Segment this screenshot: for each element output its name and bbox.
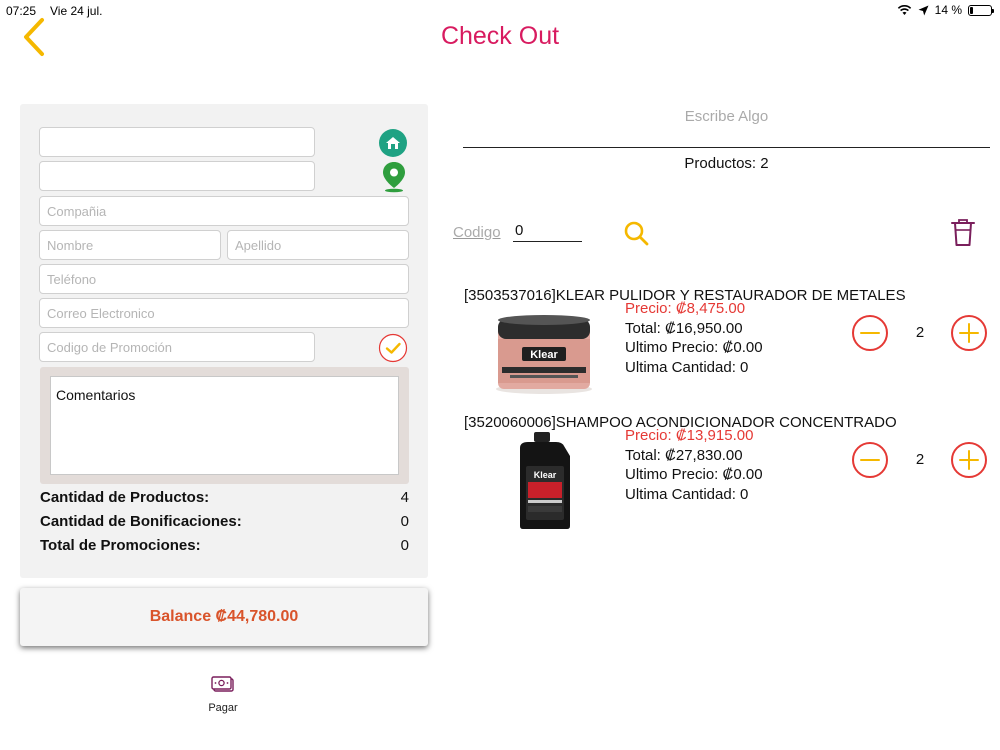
first-name-field[interactable]: Nombre bbox=[39, 230, 221, 260]
search-icon bbox=[624, 221, 649, 246]
product-image: Klear bbox=[488, 432, 600, 529]
summary-promotions-row: Total de Promociones: 0 bbox=[40, 537, 409, 554]
increase-qty-button[interactable] bbox=[950, 314, 988, 352]
promo-code-field[interactable]: Codigo de Promoción bbox=[39, 332, 315, 362]
plus-circle-icon bbox=[951, 442, 987, 478]
product-image: Klear bbox=[488, 309, 600, 397]
search-input[interactable] bbox=[463, 100, 990, 132]
minus-circle-icon bbox=[852, 315, 888, 351]
plus-circle-icon bbox=[951, 315, 987, 351]
cash-icon bbox=[211, 676, 234, 692]
page-title: Check Out bbox=[440, 22, 560, 50]
product-total: Total: ₡27,830.00 bbox=[625, 446, 743, 464]
trash-icon bbox=[951, 219, 975, 246]
check-circle-icon bbox=[378, 333, 408, 363]
product-price: Precio: ₡13,915.00 bbox=[625, 427, 754, 444]
phone-field[interactable]: Teléfono bbox=[39, 264, 409, 294]
product-last-qty: Ultima Cantidad: 0 bbox=[625, 485, 749, 503]
address-field-2[interactable] bbox=[39, 161, 315, 191]
location-button[interactable] bbox=[380, 161, 408, 193]
summary-label: Cantidad de Productos: bbox=[40, 489, 210, 506]
product-details: Precio: ₡8,475.00 Total: ₡16,950.00 Ulti… bbox=[625, 299, 763, 377]
shampoo-jug-image: Klear bbox=[520, 432, 570, 529]
balance-button[interactable]: Balance ₡44,780.00 bbox=[20, 588, 428, 646]
codigo-input[interactable]: 0 bbox=[513, 222, 582, 242]
summary-products-row: Cantidad de Productos: 4 bbox=[40, 489, 409, 506]
location-arrow-icon bbox=[918, 5, 929, 15]
quantity-value: 2 bbox=[915, 451, 925, 468]
address-field-1[interactable] bbox=[39, 127, 315, 157]
codigo-label: Codigo bbox=[453, 224, 501, 241]
summary-label: Total de Promociones: bbox=[40, 537, 201, 554]
quantity-value: 2 bbox=[915, 324, 925, 341]
comments-field[interactable]: Comentarios bbox=[50, 376, 399, 475]
status-date: Vie 24 jul. bbox=[50, 4, 103, 18]
decrease-qty-button[interactable] bbox=[851, 441, 889, 479]
clear-cart-button[interactable] bbox=[949, 217, 977, 247]
jar-brand-text: Klear bbox=[530, 349, 558, 361]
battery-percent: 14 % bbox=[934, 3, 962, 17]
apply-promo-button[interactable] bbox=[378, 333, 408, 363]
last-name-field[interactable]: Apellido bbox=[227, 230, 409, 260]
status-bar: 07:25 Vie 24 jul. 14 % bbox=[0, 0, 1000, 20]
minus-circle-icon bbox=[852, 442, 888, 478]
pay-button[interactable]: Pagar bbox=[196, 674, 250, 714]
product-total: Total: ₡16,950.00 bbox=[625, 319, 743, 337]
increase-qty-button[interactable] bbox=[950, 441, 988, 479]
map-pin-icon bbox=[383, 162, 405, 193]
summary-label: Cantidad de Bonificaciones: bbox=[40, 513, 242, 530]
search-button[interactable] bbox=[622, 219, 652, 249]
home-button[interactable] bbox=[378, 128, 408, 158]
product-last-price: Ultimo Precio: ₡0.00 bbox=[625, 339, 763, 356]
company-field[interactable]: Compañia bbox=[39, 196, 409, 226]
wifi-icon bbox=[897, 5, 911, 15]
customer-form-panel: Compañia Nombre Apellido Teléfono Correo… bbox=[20, 104, 428, 578]
battery-icon bbox=[968, 4, 994, 16]
house-icon bbox=[379, 129, 407, 157]
summary-value: 0 bbox=[400, 513, 409, 530]
product-last-price: Ultimo Precio: ₡0.00 bbox=[625, 466, 763, 483]
search-bar bbox=[463, 100, 990, 148]
product-price: Precio: ₡8,475.00 bbox=[625, 300, 746, 317]
decrease-qty-button[interactable] bbox=[851, 314, 889, 352]
summary-value: 0 bbox=[400, 537, 409, 554]
jug-brand-text: Klear bbox=[534, 470, 557, 480]
polish-jar-image: Klear bbox=[496, 315, 592, 394]
pay-label: Pagar bbox=[208, 702, 238, 714]
summary-bonus-row: Cantidad de Bonificaciones: 0 bbox=[40, 513, 409, 530]
product-details: Precio: ₡13,915.00 Total: ₡27,830.00 Ult… bbox=[625, 426, 763, 504]
status-right: 14 % bbox=[897, 3, 994, 17]
products-count: Productos: 2 bbox=[684, 155, 769, 172]
summary-value: 4 bbox=[400, 489, 409, 506]
comments-container: Comentarios bbox=[40, 367, 409, 484]
email-field[interactable]: Correo Electronico bbox=[39, 298, 409, 328]
product-row: [3520060006]SHAMPOO ACONDICIONADOR CONCE… bbox=[464, 414, 994, 534]
product-last-qty: Ultima Cantidad: 0 bbox=[625, 358, 749, 376]
product-row: [3503537016]KLEAR PULIDOR Y RESTAURADOR … bbox=[464, 287, 994, 407]
